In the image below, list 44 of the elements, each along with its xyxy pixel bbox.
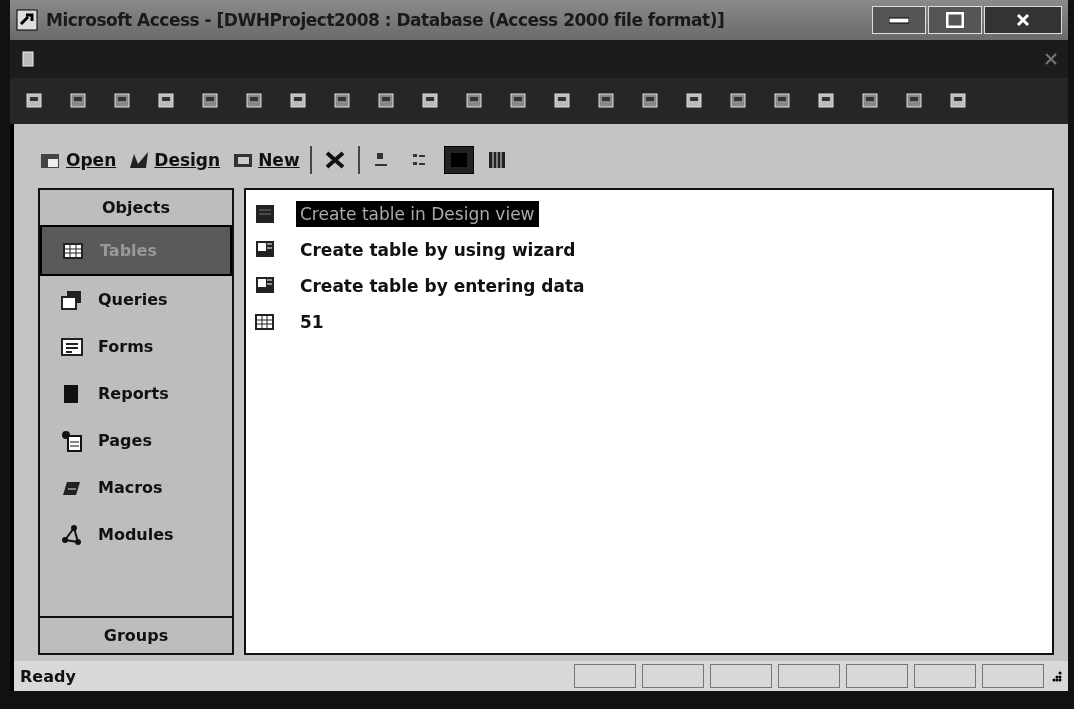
minimize-icon: [889, 16, 909, 24]
sidebar-item[interactable]: Pages: [40, 417, 232, 464]
object-label: 51: [299, 311, 325, 334]
design-button[interactable]: Design: [126, 148, 223, 172]
object-item[interactable]: Create table by using wizard: [254, 232, 1044, 268]
status-panel: [914, 664, 976, 688]
resize-grip-icon[interactable]: [1050, 670, 1062, 682]
sidebar-item[interactable]: Modules: [40, 511, 232, 558]
pages-icon: [60, 429, 84, 452]
object-label: Create table by entering data: [299, 275, 586, 298]
object-item[interactable]: Create table by entering data: [254, 268, 1044, 304]
status-text: Ready: [20, 666, 76, 686]
modules-icon: [60, 523, 84, 546]
sidebar-item[interactable]: Queries: [40, 276, 232, 323]
status-panel: [846, 664, 908, 688]
groups-header[interactable]: Groups: [40, 616, 232, 653]
delete-icon: [323, 150, 346, 170]
queries-icon: [60, 288, 84, 311]
status-panel: [778, 664, 840, 688]
object-label: Create table by using wizard: [299, 239, 577, 262]
list-view-button[interactable]: [443, 146, 474, 174]
forms-icon: [60, 335, 84, 358]
status-panel: [642, 664, 704, 688]
new-button[interactable]: New: [230, 148, 302, 172]
design-view-icon: [254, 203, 276, 225]
object-item[interactable]: 51: [254, 304, 1044, 340]
close-icon: [1016, 13, 1030, 27]
status-panel: [574, 664, 636, 688]
maximize-icon: [946, 12, 964, 28]
minimize-button[interactable]: [872, 6, 926, 34]
open-button[interactable]: Open: [38, 148, 119, 172]
status-panel: [710, 664, 772, 688]
objects-header[interactable]: Objects: [40, 190, 232, 225]
table-icon: [254, 311, 276, 333]
window-title: Microsoft Access - [DWHProject2008 : Database (Access 2000 file format)]: [46, 10, 725, 30]
sidebar-item[interactable]: Macros: [40, 464, 232, 511]
sidebar-item[interactable]: Forms: [40, 323, 232, 370]
close-button[interactable]: [984, 6, 1062, 34]
status-panel: [982, 664, 1044, 688]
object-label: Create table in Design view: [296, 201, 539, 227]
close-icon[interactable]: [1044, 52, 1058, 66]
maximize-button[interactable]: [928, 6, 982, 34]
sidebar-item[interactable]: Reports: [40, 370, 232, 417]
object-item[interactable]: Create table in Design view: [254, 196, 1044, 232]
